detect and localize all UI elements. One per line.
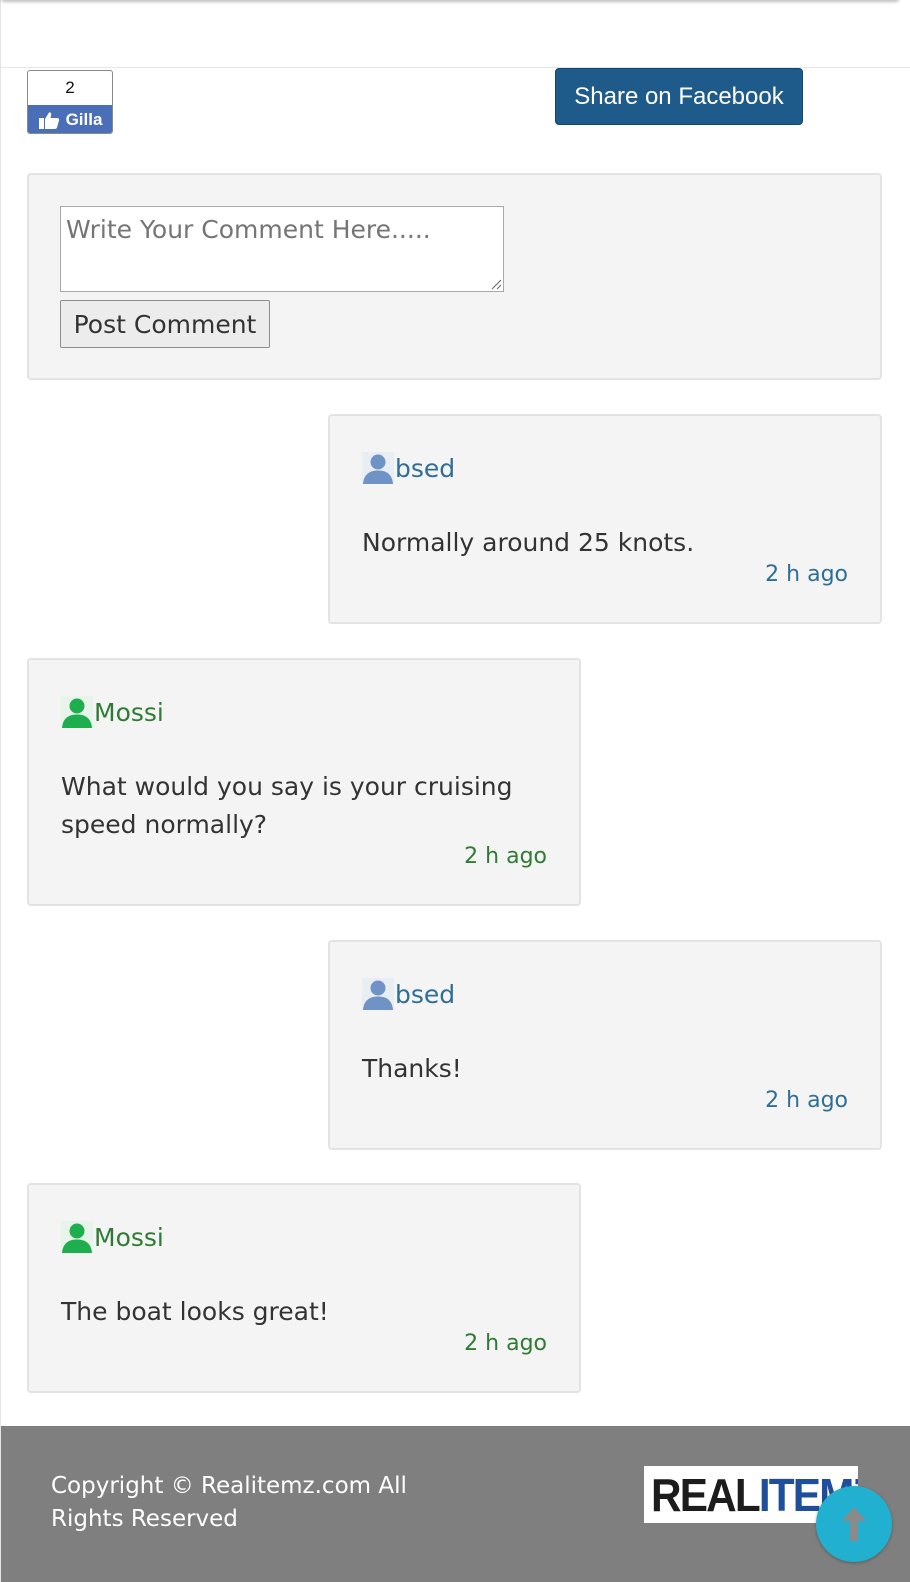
post-comment-label: Post Comment [73,309,257,339]
user-avatar-blue-icon [362,978,394,1010]
comment-author[interactable]: bsed [395,980,455,1009]
comment-author[interactable]: Mossi [94,698,164,727]
post-comment-button[interactable]: Post Comment [60,300,270,348]
share-label: Share on Facebook [574,82,784,110]
comment-author-row: bsed [362,452,455,484]
comment-author[interactable]: Mossi [94,1223,164,1252]
comment-item: bsed Normally around 25 knots. 2 h ago [328,414,882,624]
like-widget[interactable]: 2 Gilla [27,70,113,134]
comment-text: Thanks! [362,1054,462,1083]
user-avatar-blue-icon [362,452,394,484]
scroll-to-top-button[interactable] [816,1486,892,1562]
comment-timestamp: 2 h ago [464,844,547,869]
resize-handle-icon[interactable] [490,278,502,290]
comment-form: Post Comment [27,173,882,380]
comment-timestamp: 2 h ago [464,1331,547,1356]
comment-text: The boat looks great! [61,1297,329,1326]
comment-item: Mossi What would you say is your cruisin… [27,658,581,906]
comment-author[interactable]: bsed [395,454,455,483]
copyright-text: Copyright © Realitemz.com All Rights Res… [51,1473,407,1532]
comment-timestamp: 2 h ago [765,562,848,587]
like-button[interactable]: Gilla [28,105,112,133]
page: 2 Gilla Share on Facebook Post Comment [0,0,910,1582]
comment-input[interactable] [60,206,504,292]
like-label: Gilla [65,110,103,129]
comment-author-row: Mossi [61,1221,164,1253]
thumbs-up-icon [38,112,59,129]
comment-item: Mossi The boat looks great! 2 h ago [27,1183,581,1393]
comment-item: bsed Thanks! 2 h ago [328,940,882,1150]
arrow-up-icon [842,1507,866,1541]
user-avatar-green-icon [61,696,93,728]
footer: Copyright © Realitemz.com All Rights Res… [1,1426,910,1582]
share-on-facebook-button[interactable]: Share on Facebook [555,68,803,125]
comment-text: Normally around 25 knots. [362,528,695,557]
comment-author-row: bsed [362,978,455,1010]
user-avatar-green-icon [61,1221,93,1253]
like-count: 2 [65,78,75,97]
comment-timestamp: 2 h ago [765,1088,848,1113]
logo-text-dark: REAL [651,1468,761,1521]
comment-author-row: Mossi [61,696,164,728]
comment-text: What would you say is your cruising spee… [61,772,513,839]
